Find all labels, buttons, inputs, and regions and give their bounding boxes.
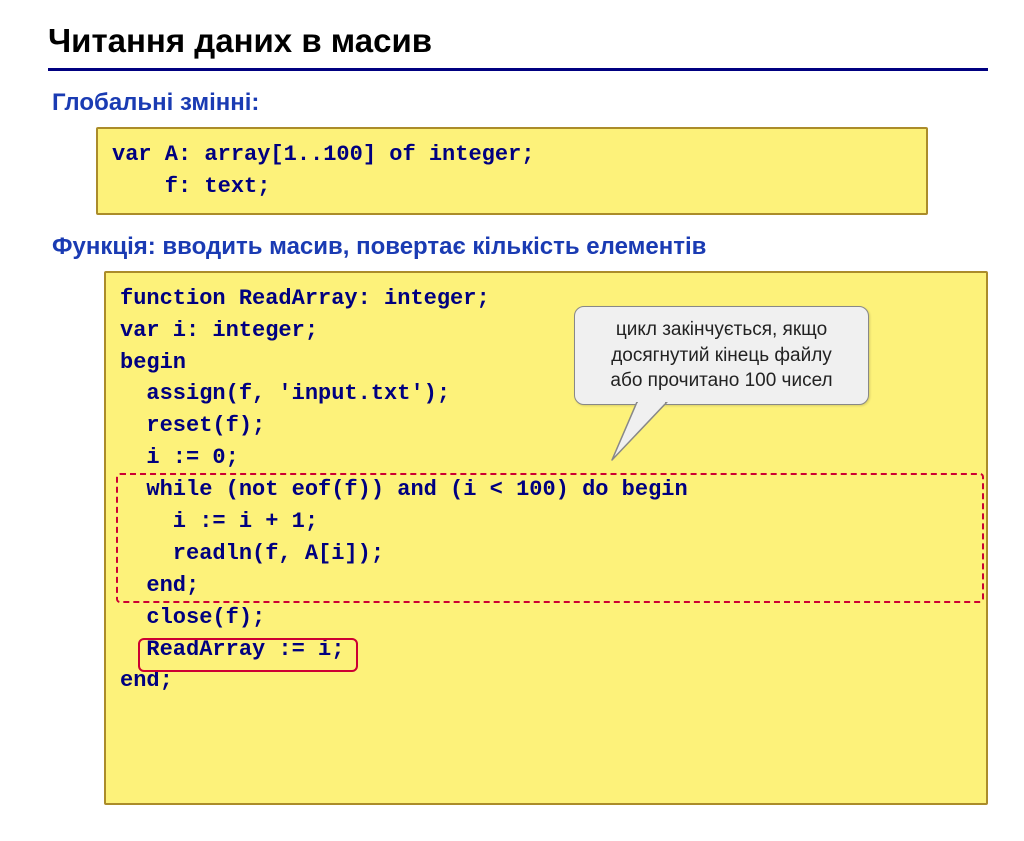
section-function: Функція: вводить масив, повертає кількіс… bbox=[52, 233, 988, 261]
code-text-1: var A: array[1..100] of integer; f: text… bbox=[112, 142, 534, 199]
title-rule bbox=[48, 68, 988, 71]
highlight-return bbox=[138, 638, 358, 672]
callout-loop-note: цикл закінчується, якщо досягнутий кінец… bbox=[574, 306, 869, 405]
slide: Читання даних в масив Глобальні змінні: … bbox=[0, 0, 1024, 841]
code-global-vars: var A: array[1..100] of integer; f: text… bbox=[96, 127, 928, 215]
highlight-loop bbox=[116, 473, 984, 603]
callout-text: цикл закінчується, якщо досягнутий кінец… bbox=[610, 319, 832, 391]
callout-tail-icon bbox=[607, 402, 697, 462]
section-global-vars: Глобальні змінні: bbox=[52, 89, 988, 117]
page-title: Читання даних в масив bbox=[48, 22, 988, 60]
